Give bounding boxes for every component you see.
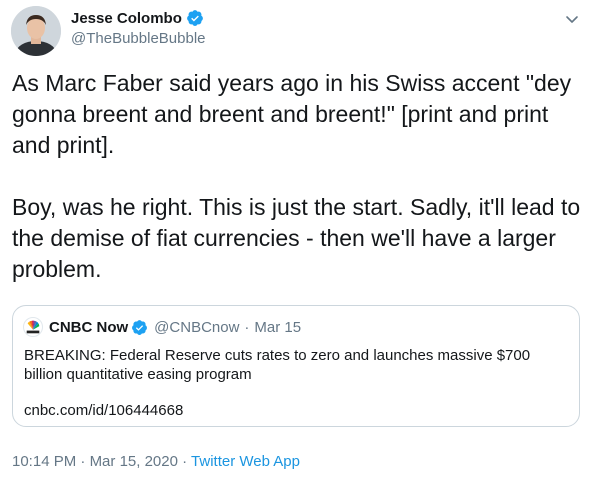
author-name-row: Jesse Colombo — [71, 9, 204, 27]
author-handle[interactable]: @TheBubbleBubble — [71, 30, 206, 47]
quoted-display-name: CNBC Now — [49, 318, 129, 336]
quoted-author-avatar — [23, 317, 43, 337]
tweet-date[interactable]: Mar 15, 2020 — [90, 453, 178, 470]
quoted-tweet[interactable]: CNBC Now @CNBCnow · Mar 15 BREAKING: Fed… — [12, 305, 580, 427]
chevron-down-icon[interactable] — [564, 11, 580, 27]
tweet-text: As Marc Faber said years ago in his Swis… — [12, 70, 581, 282]
verified-badge-icon — [186, 10, 203, 26]
author-avatar[interactable] — [11, 6, 61, 56]
tweet-meta: 10:14 PM · Mar 15, 2020 · Twitter Web Ap… — [12, 453, 300, 470]
tweet-time[interactable]: 10:14 PM — [12, 453, 76, 470]
tweet-card: Jesse Colombo @TheBubbleBubble As Marc F… — [0, 0, 593, 478]
person-avatar-icon — [11, 6, 61, 56]
verified-badge-icon — [132, 319, 148, 335]
tweet-source-link[interactable]: Twitter Web App — [191, 453, 300, 470]
quoted-handle: @CNBCnow — [154, 318, 240, 336]
quoted-date: Mar 15 — [254, 318, 302, 336]
quoted-tweet-header: CNBC Now @CNBCnow · Mar 15 — [23, 317, 301, 337]
separator-dot: · — [80, 453, 86, 470]
nbc-peacock-logo-icon — [26, 320, 40, 334]
quoted-tweet-text: BREAKING: Federal Reserve cuts rates to … — [24, 347, 531, 383]
quoted-tweet-link: cnbc.com/id/106444668 — [24, 402, 184, 419]
separator-dot: · — [182, 453, 188, 470]
author-display-name[interactable]: Jesse Colombo — [71, 10, 182, 27]
separator-dot: · — [244, 318, 250, 336]
